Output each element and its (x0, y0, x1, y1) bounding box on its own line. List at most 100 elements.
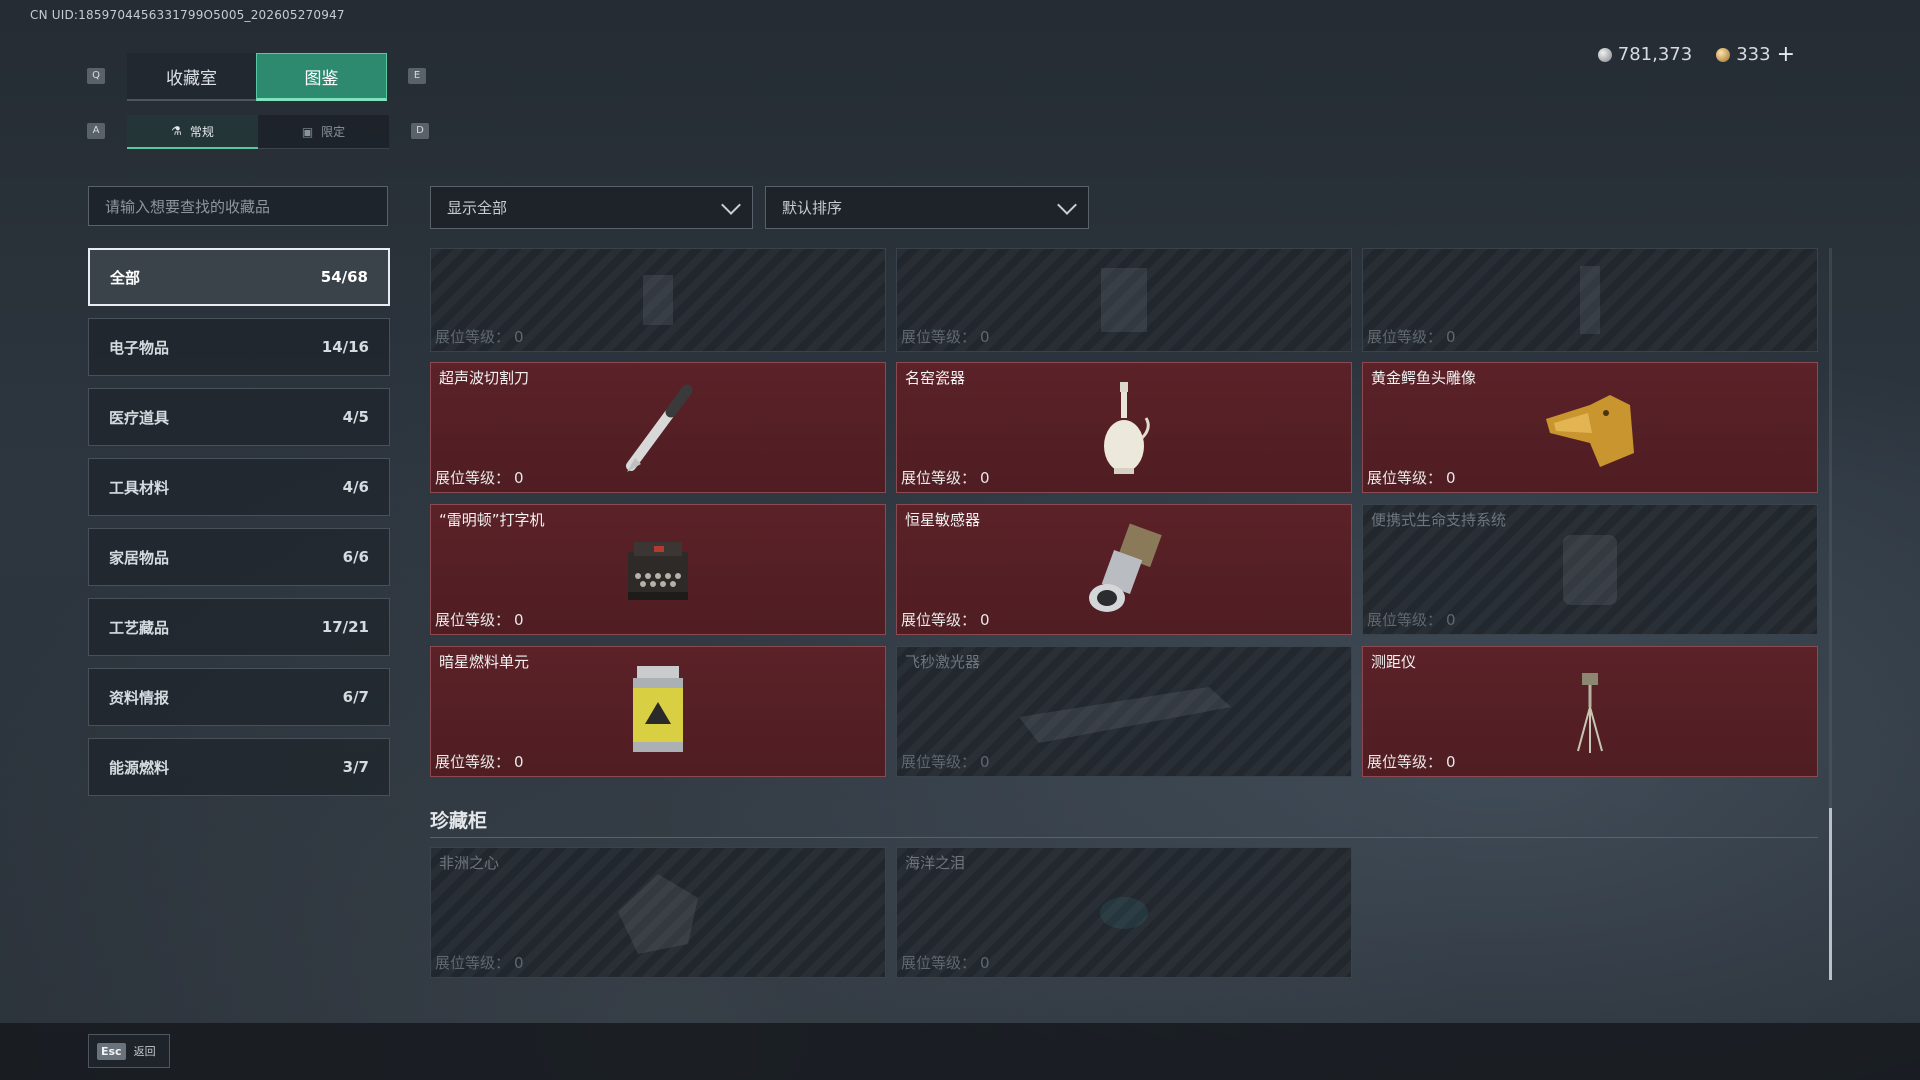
level-label: 展位等级： (1367, 611, 1443, 629)
level-value: 0 (514, 611, 524, 629)
level-value: 0 (514, 954, 524, 972)
category-count: 17/21 (321, 618, 369, 636)
star-sensor-icon (1089, 523, 1162, 612)
tab-limited[interactable]: ▣ 限定 (258, 115, 389, 149)
item-card-porcelain[interactable]: 名窑瓷器 展位等级： 0 (896, 362, 1352, 493)
level-value: 0 (980, 328, 990, 346)
typewriter-icon (628, 541, 688, 600)
gold-coin-icon (1716, 47, 1731, 62)
filter-dropdown[interactable]: 显示全部 (430, 186, 753, 229)
silver-coin-icon (1597, 47, 1612, 62)
level-value: 0 (514, 328, 524, 346)
category-label: 全部 (110, 268, 141, 287)
item-level: 展位等级： 0 (1367, 326, 1456, 347)
item-name: 名窑瓷器 (905, 369, 966, 387)
scrollbar-thumb[interactable] (1829, 808, 1832, 980)
tab-limited-label: 限定 (321, 125, 346, 139)
item-level: 展位等级： 0 (435, 326, 524, 347)
category-medical[interactable]: 医疗道具 4/5 (88, 388, 390, 446)
item-level: 展位等级： 0 (435, 467, 524, 488)
item-card[interactable]: 展位等级： 0 (1362, 248, 1818, 352)
level-label: 展位等级： (435, 611, 511, 629)
item-name: 海洋之泪 (905, 854, 966, 872)
level-value: 0 (1446, 753, 1456, 771)
item-name: 飞秒激光器 (905, 653, 981, 671)
category-count: 6/7 (342, 688, 369, 706)
category-crafts[interactable]: 工艺藏品 17/21 (88, 598, 390, 656)
ultrasonic-knife-icon (626, 384, 693, 472)
gem-icon (1100, 896, 1148, 929)
rangefinder-icon (1577, 672, 1603, 753)
search-input[interactable]: 请输入想要查找的收藏品 (88, 186, 388, 226)
level-value: 0 (1446, 469, 1456, 487)
category-label: 医疗道具 (109, 408, 170, 427)
main-tabs: 收藏室 图鉴 (127, 53, 387, 101)
item-level: 展位等级： 0 (1367, 751, 1456, 772)
sub-tabs: ⚗ 常规 ▣ 限定 (127, 115, 389, 149)
back-button[interactable]: Esc 返回 (88, 1034, 170, 1068)
add-currency-button[interactable]: + (1777, 42, 1795, 67)
level-value: 0 (514, 753, 524, 771)
item-level: 展位等级： 0 (901, 952, 990, 973)
item-card[interactable]: 展位等级： 0 (430, 248, 886, 352)
category-label: 工艺藏品 (109, 618, 170, 637)
showcase-card[interactable]: 海洋之泪 展位等级： 0 (896, 847, 1352, 978)
item-card-golden-crocodile[interactable]: 黄金鳄鱼头雕像 展位等级： 0 (1362, 362, 1818, 493)
level-value: 0 (980, 469, 990, 487)
sort-dropdown[interactable]: 默认排序 (765, 186, 1089, 229)
showcase-title: 珍藏柜 (430, 810, 488, 832)
silver-amount: 781,373 (1617, 44, 1693, 65)
level-label: 展位等级： (901, 328, 977, 346)
level-value: 0 (514, 469, 524, 487)
tab-collection-room[interactable]: 收藏室 (127, 53, 256, 101)
category-household[interactable]: 家居物品 6/6 (88, 528, 390, 586)
item-card-typewriter[interactable]: “雷明顿”打字机 展位等级： 0 (430, 504, 886, 635)
item-card-fuel-cell[interactable]: 暗星燃料单元 展位等级： 0 (430, 646, 886, 777)
category-electronics[interactable]: 电子物品 14/16 (88, 318, 390, 376)
tab-regular-label: 常规 (189, 124, 214, 139)
level-label: 展位等级： (901, 753, 977, 771)
generic-collectible-icon (1101, 268, 1147, 332)
flask-icon: ⚗ (171, 124, 182, 138)
golden-crocodile-icon (1546, 394, 1634, 467)
key-hint-a: A (87, 123, 105, 139)
item-name: 便携式生命支持系统 (1371, 511, 1507, 529)
item-name: 暗星燃料单元 (439, 653, 530, 671)
section-divider (430, 837, 1818, 838)
category-count: 4/5 (342, 408, 369, 426)
item-card-rangefinder[interactable]: 测距仪 展位等级： 0 (1362, 646, 1818, 777)
life-support-icon (1563, 534, 1617, 605)
category-count: 54/68 (320, 268, 368, 286)
category-intel[interactable]: 资料情报 6/7 (88, 668, 390, 726)
level-value: 0 (980, 753, 990, 771)
key-hint-d: D (411, 123, 429, 139)
item-name: 恒星敏感器 (905, 511, 981, 529)
item-card[interactable]: 展位等级： 0 (896, 248, 1352, 352)
category-all[interactable]: 全部 54/68 (88, 248, 390, 306)
item-name: 非洲之心 (439, 854, 500, 872)
level-value: 0 (980, 611, 990, 629)
sort-value: 默认排序 (782, 199, 843, 217)
tab-regular[interactable]: ⚗ 常规 (127, 115, 258, 149)
item-card-ultrasonic-knife[interactable]: 超声波切割刀 展位等级： 0 (430, 362, 886, 493)
back-label: 返回 (133, 1045, 156, 1058)
category-count: 4/6 (342, 478, 369, 496)
item-card-star-sensor[interactable]: 恒星敏感器 展位等级： 0 (896, 504, 1352, 635)
category-tools[interactable]: 工具材料 4/6 (88, 458, 390, 516)
item-card-life-support[interactable]: 便携式生命支持系统 展位等级： 0 (1362, 504, 1818, 635)
item-level: 展位等级： 0 (901, 326, 990, 347)
level-label: 展位等级： (1367, 328, 1443, 346)
level-label: 展位等级： (435, 469, 511, 487)
category-list: 全部 54/68 电子物品 14/16 医疗道具 4/5 工具材料 4/6 家居… (88, 248, 390, 808)
level-value: 0 (1446, 611, 1456, 629)
level-label: 展位等级： (435, 753, 511, 771)
gold-currency: 333 + (1716, 42, 1795, 67)
generic-collectible-icon (643, 275, 673, 325)
tab-codex[interactable]: 图鉴 (256, 53, 387, 101)
esc-key: Esc (97, 1042, 126, 1060)
level-label: 展位等级： (901, 611, 977, 629)
category-energy[interactable]: 能源燃料 3/7 (88, 738, 390, 796)
porcelain-vase-icon (1104, 381, 1150, 474)
showcase-card[interactable]: 非洲之心 展位等级： 0 (430, 847, 886, 978)
item-card-laser[interactable]: 飞秒激光器 展位等级： 0 (896, 646, 1352, 777)
